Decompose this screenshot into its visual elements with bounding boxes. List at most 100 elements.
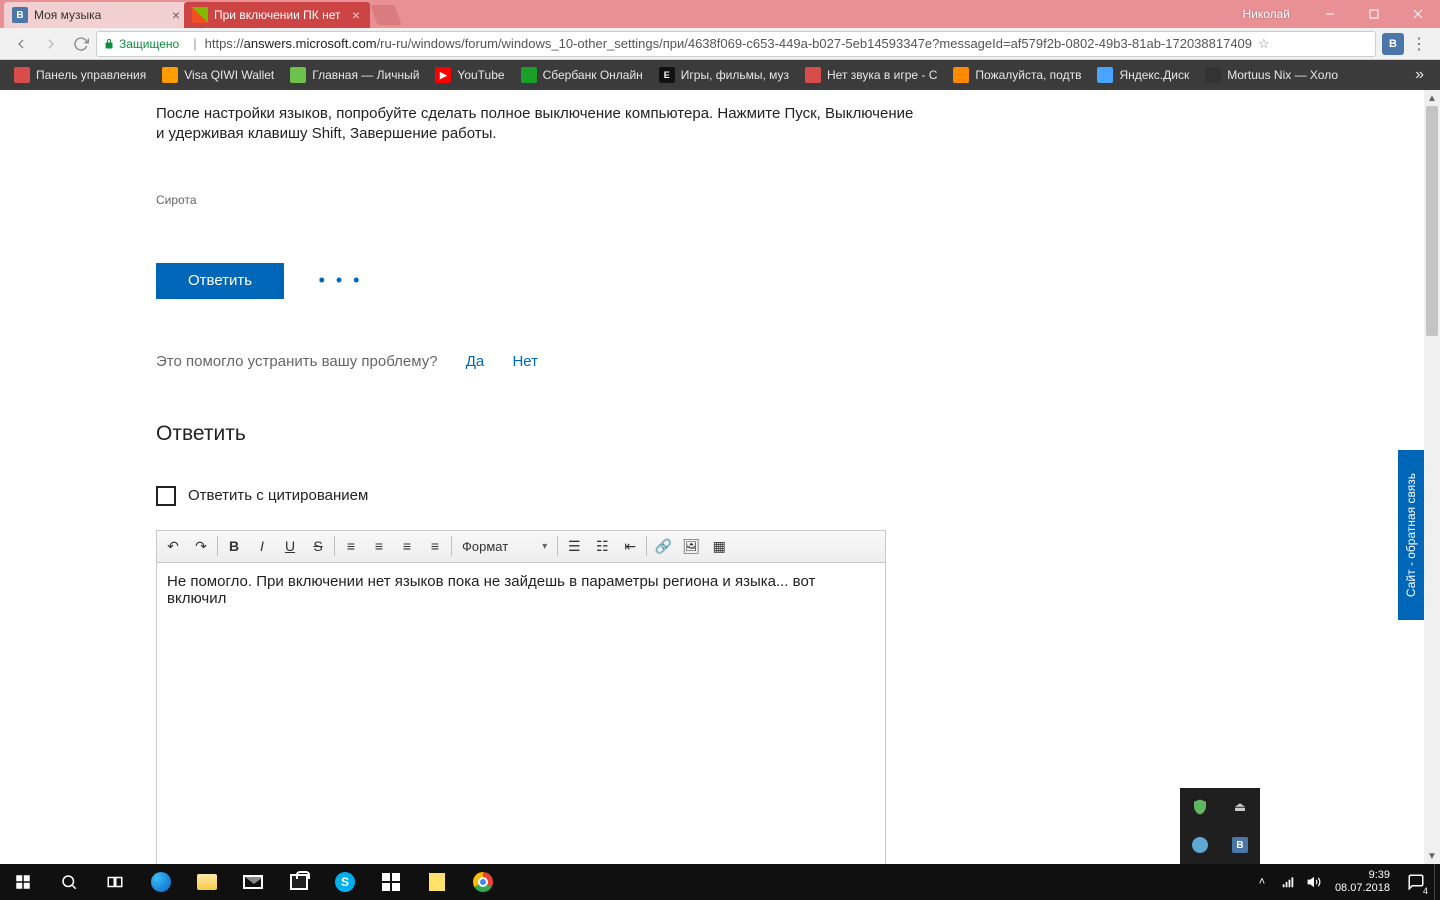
format-dropdown[interactable]: Формат▾	[454, 532, 555, 560]
vk-favicon: B	[12, 7, 28, 23]
quote-checkbox[interactable]	[156, 486, 176, 506]
tab-bar: B Моя музыка × При включении ПК нет ×	[0, 0, 1440, 28]
bookmark-item[interactable]: Яндекс.Диск	[1089, 60, 1197, 90]
address-bar: Защищено | https://answers.microsoft.com…	[0, 28, 1440, 60]
lock-icon: Защищено	[103, 37, 179, 51]
volume-icon[interactable]	[1301, 864, 1327, 900]
table-button[interactable]: ▦	[705, 532, 733, 560]
minimize-button[interactable]	[1308, 0, 1352, 28]
vertical-scrollbar[interactable]: ▲ ▼	[1424, 90, 1440, 864]
scroll-down-icon[interactable]: ▼	[1424, 848, 1440, 864]
bookmark-item[interactable]: ▶YouTube	[427, 60, 512, 90]
notification-count: 4	[1423, 886, 1428, 896]
scroll-up-icon[interactable]: ▲	[1424, 90, 1440, 106]
action-center-button[interactable]: 4	[1398, 864, 1434, 900]
taskbar-movies[interactable]	[276, 864, 322, 900]
tab-2-active[interactable]: При включении ПК нет ×	[184, 2, 370, 28]
taskbar-right: ˄ 9:39 08.07.2018 4	[1249, 864, 1440, 900]
tab-1[interactable]: B Моя музыка ×	[4, 2, 190, 28]
tray-defender-icon[interactable]	[1190, 797, 1210, 817]
bookmark-item[interactable]: Нет звука в игре - С	[797, 60, 945, 90]
close-tab-icon[interactable]: ×	[172, 8, 180, 22]
taskbar-notes[interactable]	[414, 864, 460, 900]
bookmark-star-icon[interactable]: ☆	[1258, 36, 1270, 52]
network-icon[interactable]	[1275, 864, 1301, 900]
helpful-no-link[interactable]: Нет	[512, 353, 538, 370]
close-tab-icon[interactable]: ×	[352, 8, 360, 22]
italic-button[interactable]: I	[248, 532, 276, 560]
extension-vk-icon[interactable]: B	[1382, 33, 1404, 55]
list-ol-button[interactable]: ☷	[588, 532, 616, 560]
forward-button[interactable]	[36, 30, 66, 58]
ms-favicon	[192, 7, 208, 23]
system-tray-popup: ⏏ B	[1180, 788, 1260, 864]
feedback-tab[interactable]: Сайт - обратная связь	[1398, 450, 1424, 620]
reply-editor: ↶ ↷ B I U S ≡ ≡ ≡ ≡ Формат▾ ☰ ☷ ⇤ 🔗	[156, 530, 886, 865]
search-button[interactable]	[46, 864, 92, 900]
align-right-button[interactable]: ≡	[393, 532, 421, 560]
list-ul-button[interactable]: ☰	[560, 532, 588, 560]
image-button[interactable]: 🖼	[677, 532, 705, 560]
align-left-button[interactable]: ≡	[337, 532, 365, 560]
tab-1-title: Моя музыка	[34, 8, 166, 22]
taskbar: S ˄ 9:39 08.07.2018 4	[0, 864, 1440, 900]
more-actions-button[interactable]: • • •	[319, 270, 363, 291]
quote-checkbox-label: Ответить с цитированием	[188, 487, 368, 504]
new-tab-button[interactable]	[370, 5, 401, 25]
helpful-prompt: Это помогло устранить вашу проблему? Да …	[156, 353, 1424, 370]
taskbar-store[interactable]	[368, 864, 414, 900]
redo-button[interactable]: ↷	[187, 532, 215, 560]
taskbar-edge[interactable]	[138, 864, 184, 900]
reload-button[interactable]	[66, 30, 96, 58]
url-input[interactable]: Защищено | https://answers.microsoft.com…	[96, 31, 1376, 57]
tray-vk-icon[interactable]: B	[1230, 835, 1250, 855]
align-justify-button[interactable]: ≡	[421, 532, 449, 560]
quote-checkbox-row[interactable]: Ответить с цитированием	[156, 486, 1424, 506]
bookmark-item[interactable]: Пожалуйста, подтв	[945, 60, 1089, 90]
start-button[interactable]	[0, 864, 46, 900]
secure-label: Защищено	[119, 37, 179, 51]
taskbar-explorer[interactable]	[184, 864, 230, 900]
tab-2-title: При включении ПК нет	[214, 8, 346, 22]
tray-expand-icon[interactable]: ˄	[1249, 864, 1275, 900]
reply-heading: Ответить	[156, 422, 1424, 446]
strike-button[interactable]: S	[304, 532, 332, 560]
bookmarks-bar: Панель управления Visa QIWI Wallet Главн…	[0, 60, 1440, 90]
bookmark-item[interactable]: Сбербанк Онлайн	[513, 60, 651, 90]
page-viewport: После настройки языков, попробуйте сдела…	[0, 90, 1424, 864]
tray-app-icon[interactable]	[1190, 835, 1210, 855]
taskbar-clock[interactable]: 9:39 08.07.2018	[1327, 869, 1398, 895]
window-controls: Николай	[1242, 0, 1440, 28]
maximize-button[interactable]	[1352, 0, 1396, 28]
task-view-button[interactable]	[92, 864, 138, 900]
taskbar-mail[interactable]	[230, 864, 276, 900]
align-center-button[interactable]: ≡	[365, 532, 393, 560]
back-button[interactable]	[6, 30, 36, 58]
bookmark-item[interactable]: EИгры, фильмы, муз	[651, 60, 797, 90]
editor-toolbar: ↶ ↷ B I U S ≡ ≡ ≡ ≡ Формат▾ ☰ ☷ ⇤ 🔗	[157, 531, 885, 563]
taskbar-skype[interactable]: S	[322, 864, 368, 900]
url-text: https://answers.microsoft.com/ru-ru/wind…	[205, 36, 1252, 51]
bookmark-item[interactable]: Главная — Личный	[282, 60, 427, 90]
chrome-menu-button[interactable]: ⋮	[1404, 34, 1434, 54]
editor-textarea[interactable]: Не помогло. При включении нет языков пок…	[157, 563, 885, 865]
helpful-yes-link[interactable]: Да	[466, 353, 485, 370]
chrome-profile-name[interactable]: Николай	[1242, 7, 1290, 21]
underline-button[interactable]: U	[276, 532, 304, 560]
bookmark-item[interactable]: Mortuus Nix — Холо	[1197, 60, 1346, 90]
outdent-button[interactable]: ⇤	[616, 532, 644, 560]
close-window-button[interactable]	[1396, 0, 1440, 28]
scroll-thumb[interactable]	[1426, 106, 1438, 336]
bold-button[interactable]: B	[220, 532, 248, 560]
answer-body: После настройки языков, попробуйте сдела…	[156, 104, 916, 145]
undo-button[interactable]: ↶	[159, 532, 187, 560]
reply-button[interactable]: Ответить	[156, 263, 284, 299]
bookmark-item[interactable]: Панель управления	[6, 60, 154, 90]
tray-usb-icon[interactable]: ⏏	[1230, 797, 1250, 817]
bookmarks-overflow-button[interactable]: »	[1405, 66, 1434, 84]
taskbar-chrome[interactable]	[460, 864, 506, 900]
bookmark-item[interactable]: Visa QIWI Wallet	[154, 60, 282, 90]
browser-chrome: B Моя музыка × При включении ПК нет × Ни…	[0, 0, 1440, 90]
link-button[interactable]: 🔗	[649, 532, 677, 560]
show-desktop-button[interactable]	[1434, 864, 1440, 900]
